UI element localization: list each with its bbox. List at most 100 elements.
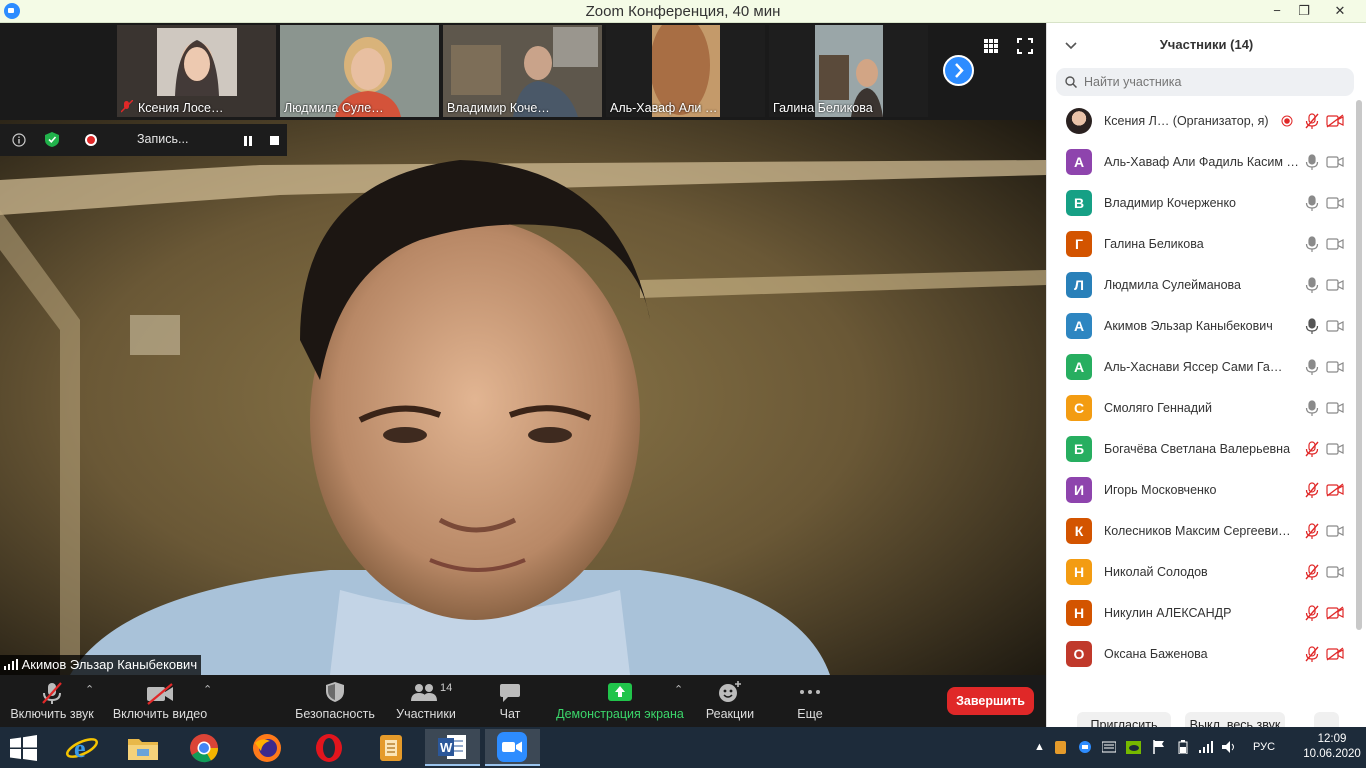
mic-icon[interactable] (1305, 318, 1319, 334)
encryption-shield-icon[interactable] (45, 132, 59, 147)
muted-mic-icon[interactable] (1305, 113, 1319, 129)
muted-mic-icon[interactable] (1305, 646, 1319, 662)
muted-mic-icon[interactable] (1305, 482, 1319, 498)
chat-button[interactable]: Чат (488, 675, 532, 727)
next-page-button[interactable] (943, 55, 974, 86)
stop-recording-icon[interactable] (270, 136, 279, 145)
video-icon[interactable] (1326, 278, 1344, 292)
thumbnail-1[interactable]: Людмила Суле… (280, 25, 439, 117)
start-video-button[interactable]: Включить видео (112, 675, 208, 727)
taskbar-notes-app[interactable] (364, 729, 419, 766)
restore-button[interactable]: ❐ (1289, 0, 1319, 22)
video-off-icon[interactable] (1326, 606, 1344, 620)
participant-row[interactable]: И Игорь Московченко (1047, 470, 1357, 511)
participant-search-input[interactable] (1056, 68, 1354, 96)
tray-network-adapter-icon[interactable] (1078, 740, 1092, 754)
security-button[interactable]: Безопасность (293, 675, 377, 727)
pause-recording-icon[interactable] (243, 136, 253, 146)
taskbar-word[interactable]: W (425, 729, 480, 766)
taskbar-firefox[interactable] (240, 729, 295, 766)
tray-flag-icon[interactable] (1152, 740, 1165, 754)
mic-icon[interactable] (1305, 277, 1319, 293)
thumbnail-3[interactable]: Аль-Хаваф Али … (606, 25, 765, 117)
chat-label: Чат (499, 707, 521, 721)
taskbar-chrome[interactable] (177, 729, 232, 766)
participant-row[interactable]: Г Галина Беликова (1047, 224, 1357, 265)
video-icon[interactable] (1326, 565, 1344, 579)
tray-signal-icon[interactable] (1199, 741, 1214, 753)
video-icon[interactable] (1326, 155, 1344, 169)
participant-list-scrollbar[interactable] (1356, 100, 1362, 630)
video-icon[interactable] (1326, 524, 1344, 538)
taskbar-file-explorer[interactable] (116, 729, 171, 766)
info-icon[interactable] (12, 133, 26, 147)
share-screen-button[interactable]: Демонстрация экрана (556, 675, 684, 727)
thumbnail-strip: Ксения Лосе… Людмила Суле… Владимир Коче… (0, 23, 1046, 120)
reactions-button[interactable]: Реакции (702, 675, 758, 727)
gallery-view-icon[interactable] (983, 38, 999, 54)
close-button[interactable]: ✕ (1316, 0, 1364, 22)
fullscreen-icon[interactable] (1017, 38, 1033, 54)
video-icon[interactable] (1326, 196, 1344, 210)
participant-name: Аль-Хаваф Али Фадиль Касим … (1104, 155, 1299, 169)
tray-clock[interactable]: 12:09 10.06.2020 (1303, 732, 1361, 762)
avatar (1066, 108, 1092, 134)
avatar: Г (1066, 231, 1092, 257)
participant-row[interactable]: О Оксана Баженова (1047, 634, 1357, 675)
taskbar-internet-explorer[interactable]: e (55, 729, 110, 766)
tray-nvidia-icon[interactable] (1126, 741, 1141, 754)
windows-start-icon[interactable] (10, 735, 38, 761)
muted-mic-icon[interactable] (1305, 605, 1319, 621)
video-icon[interactable] (1326, 237, 1344, 251)
participant-row[interactable]: Н Николай Солодов (1047, 552, 1357, 593)
mic-icon[interactable] (1305, 154, 1319, 170)
audio-options-chevron-icon[interactable]: ⌃ (85, 683, 94, 696)
participant-name: Никулин АЛЕКСАНДР (1104, 606, 1232, 620)
tray-language[interactable]: РУС (1253, 741, 1275, 753)
taskbar-opera[interactable] (302, 729, 357, 766)
muted-mic-icon[interactable] (1305, 564, 1319, 580)
mic-icon[interactable] (1305, 195, 1319, 211)
participant-row[interactable]: Л Людмила Сулейманова (1047, 265, 1357, 306)
video-icon[interactable] (1326, 319, 1344, 333)
video-icon[interactable] (1326, 442, 1344, 456)
mic-icon[interactable] (1305, 236, 1319, 252)
mic-icon[interactable] (1305, 359, 1319, 375)
recording-indicator-icon (1281, 115, 1293, 127)
share-screen-label: Демонстрация экрана (556, 707, 684, 721)
video-off-icon[interactable] (1326, 483, 1344, 497)
participant-row[interactable]: К Колесников Максим Сергееви… (1047, 511, 1357, 552)
speaker-name: Акимов Эльзар Каныбекович (21, 657, 198, 672)
video-off-icon[interactable] (1326, 114, 1344, 128)
more-button[interactable]: Еще (790, 675, 830, 727)
tray-app-icon[interactable] (1054, 741, 1067, 754)
tray-volume-icon[interactable] (1222, 740, 1237, 754)
participant-row[interactable]: Н Никулин АЛЕКСАНДР (1047, 593, 1357, 634)
participant-row[interactable]: Ксения Л… (Организатор, я) (1047, 101, 1357, 142)
participants-button[interactable]: 14 Участники (392, 675, 460, 727)
participant-row[interactable]: А Аль-Хаваф Али Фадиль Касим … (1047, 142, 1357, 183)
end-meeting-button[interactable]: Завершить (947, 687, 1034, 715)
video-icon[interactable] (1326, 401, 1344, 415)
taskbar-zoom[interactable] (485, 729, 540, 766)
tray-expand-icon[interactable]: ▲ (1034, 741, 1045, 753)
muted-mic-icon[interactable] (1305, 441, 1319, 457)
participant-row[interactable]: А Аль-Хаснави Яссер Сами Га… (1047, 347, 1357, 388)
tray-keyboard-icon[interactable] (1102, 741, 1116, 753)
participant-row[interactable]: А Акимов Эльзар Каныбекович (1047, 306, 1357, 347)
video-icon[interactable] (1326, 360, 1344, 374)
video-options-chevron-icon[interactable]: ⌃ (203, 683, 212, 696)
video-off-icon[interactable] (1326, 647, 1344, 661)
minimize-button[interactable]: − (1262, 0, 1292, 22)
participant-row[interactable]: С Смоляго Геннадий (1047, 388, 1357, 429)
mic-icon[interactable] (1305, 400, 1319, 416)
thumbnail-2[interactable]: Владимир Коче… (443, 25, 602, 117)
tray-power-icon[interactable] (1176, 740, 1190, 754)
muted-mic-icon[interactable] (1305, 523, 1319, 539)
share-options-chevron-icon[interactable]: ⌃ (674, 683, 683, 696)
word-icon: W (438, 735, 466, 759)
participant-row[interactable]: Б Богачёва Светлана Валерьевна (1047, 429, 1357, 470)
participant-row[interactable]: В Владимир Кочерженко (1047, 183, 1357, 224)
thumbnail-0[interactable]: Ксения Лосе… (117, 25, 276, 117)
thumbnail-4[interactable]: Галина Беликова (769, 25, 928, 117)
